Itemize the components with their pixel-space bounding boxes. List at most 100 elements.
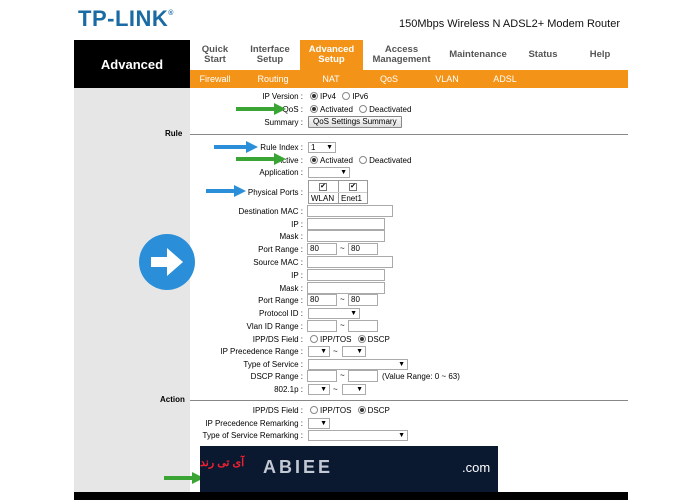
- top-tabs: Quick Start Interface Setup Advanced Setup …: [190, 40, 628, 70]
- subtab-routing[interactable]: Routing: [248, 70, 298, 88]
- destination-mac-label: Destination MAC :: [238, 207, 303, 216]
- dot1p-to-select[interactable]: ▼: [342, 384, 366, 395]
- action-ipp-ds-field-label: IPP/DS Field :: [252, 406, 303, 415]
- physical-ports-box: ✔ ✔ WLAN Enet1: [308, 180, 368, 204]
- tab-help[interactable]: Help: [572, 40, 628, 70]
- source-mac-label: Source MAC :: [253, 258, 303, 267]
- dot1p-from-select[interactable]: ▼: [308, 384, 330, 395]
- subtab-nat[interactable]: NAT: [306, 70, 356, 88]
- tab-quick-start[interactable]: Quick Start: [190, 40, 240, 70]
- vlan-id-range-label: Vlan ID Range :: [246, 322, 303, 331]
- active-radios: Activated Deactivated: [310, 155, 411, 167]
- chevron-down-icon: ▼: [320, 348, 327, 355]
- tab-access-management[interactable]: Access Management: [363, 40, 440, 70]
- action-section-title: Action: [160, 395, 185, 404]
- ipv6-radio[interactable]: [342, 92, 351, 100]
- vlan-from-input[interactable]: [307, 320, 337, 332]
- chevron-down-icon: ▼: [326, 144, 333, 151]
- enet1-checkbox[interactable]: ✔: [349, 183, 357, 191]
- type-of-service-select[interactable]: ▼: [308, 359, 408, 370]
- dest-mask-input[interactable]: [307, 230, 385, 242]
- qos-deactivated-radio[interactable]: [359, 105, 368, 113]
- dest-port-from-input[interactable]: 80: [307, 243, 337, 255]
- src-ip-label: IP :: [291, 271, 303, 280]
- footer-bar: [74, 492, 628, 500]
- src-port-from-input[interactable]: 80: [307, 294, 337, 306]
- rule-index-value: 1: [311, 143, 316, 152]
- rule-index-select[interactable]: 1 ▼: [308, 142, 336, 153]
- qos-deactivated-label: Deactivated: [369, 105, 412, 114]
- protocol-id-label: Protocol ID :: [258, 309, 303, 318]
- tos-remarking-label: Type of Service Remarking :: [202, 431, 303, 440]
- tab-interface-setup[interactable]: Interface Setup: [240, 40, 300, 70]
- rule-activated-radio[interactable]: [310, 156, 318, 164]
- dest-mask-label: Mask :: [279, 232, 303, 241]
- dest-port-tilde: ~: [340, 244, 345, 253]
- dscp-tilde: ~: [340, 371, 345, 380]
- green-arrow-icon: [236, 103, 286, 115]
- ipv4-label: IPv4: [320, 92, 337, 101]
- dscp-to-input[interactable]: [348, 370, 378, 382]
- source-mac-input[interactable]: [307, 256, 393, 268]
- tos-remark-select[interactable]: ▼: [308, 430, 408, 441]
- summary-label: Summary :: [264, 118, 303, 127]
- action-dscp-radio[interactable]: [357, 406, 366, 414]
- tp-link-logo: TP-LINK®: [78, 6, 174, 31]
- rule-section-title: Rule: [165, 129, 183, 138]
- dest-ip-input[interactable]: [307, 218, 385, 230]
- destination-mac-input[interactable]: [307, 205, 393, 217]
- chevron-down-icon: ▼: [320, 420, 327, 427]
- green-arrow-icon: [164, 472, 204, 484]
- main-nav: Advanced Quick Start Interface Setup Advan…: [74, 40, 628, 88]
- rule-divider: [190, 134, 628, 135]
- dest-port-to-input[interactable]: 80: [348, 243, 378, 255]
- tab-status[interactable]: Status: [514, 40, 572, 70]
- action-ipp-ds-radios: IPP/TOS DSCP: [310, 405, 390, 417]
- action-divider: [190, 400, 628, 401]
- dscp-radio[interactable]: [357, 335, 366, 343]
- rule-deactivated-radio[interactable]: [359, 156, 368, 164]
- qos-activated-radio[interactable]: [310, 105, 318, 113]
- tab-advanced-setup[interactable]: Advanced Setup: [300, 40, 363, 70]
- subtab-qos[interactable]: QoS: [364, 70, 414, 88]
- src-port-range-label: Port Range :: [258, 296, 303, 305]
- subtab-vlan[interactable]: VLAN: [422, 70, 472, 88]
- ipv6-label: IPv6: [352, 92, 369, 101]
- src-mask-input[interactable]: [307, 282, 385, 294]
- src-ip-input[interactable]: [307, 269, 385, 281]
- protocol-id-select[interactable]: ▼: [308, 308, 360, 319]
- qos-activated-label: Activated: [320, 105, 353, 114]
- ipv4-radio[interactable]: [310, 92, 318, 100]
- section-title: Advanced: [74, 40, 190, 88]
- enet1-label: Enet1: [341, 194, 362, 203]
- qos-radios: Activated Deactivated: [310, 104, 411, 116]
- ip-prec-remark-select[interactable]: ▼: [308, 418, 330, 429]
- watermark-banner: [200, 446, 498, 492]
- subtab-firewall[interactable]: Firewall: [190, 70, 240, 88]
- application-select[interactable]: ▼: [308, 167, 350, 178]
- green-arrow-icon: [236, 153, 286, 165]
- action-ipp-tos-radio[interactable]: [310, 406, 318, 414]
- wlan-label: WLAN: [311, 194, 335, 203]
- wlan-checkbox[interactable]: ✔: [319, 183, 327, 191]
- logo-text: TP-LINK: [78, 6, 169, 31]
- dscp-from-input[interactable]: [307, 370, 337, 382]
- ip-prec-to-select[interactable]: ▼: [342, 346, 366, 357]
- chevron-down-icon: ▼: [350, 310, 357, 317]
- qos-settings-summary-button[interactable]: QoS Settings Summary: [308, 116, 402, 128]
- vlan-to-input[interactable]: [348, 320, 378, 332]
- tab-maintenance[interactable]: Maintenance: [442, 40, 514, 70]
- chevron-down-icon: ▼: [356, 386, 363, 393]
- next-circle-arrow-icon: [138, 233, 196, 291]
- dest-port-range-label: Port Range :: [258, 245, 303, 254]
- action-dscp-label: DSCP: [367, 406, 390, 415]
- ip-prec-from-select[interactable]: ▼: [308, 346, 330, 357]
- ipp-tos-radio[interactable]: [310, 335, 318, 343]
- vlan-tilde: ~: [340, 321, 345, 330]
- dscp-range-label: DSCP Range :: [250, 372, 303, 381]
- action-ipp-tos-label: IPP/TOS: [320, 406, 352, 415]
- src-port-to-input[interactable]: 80: [348, 294, 378, 306]
- chevron-down-icon: ▼: [340, 169, 347, 176]
- ipp-ds-radios: IPP/TOS DSCP: [310, 334, 390, 346]
- subtab-adsl[interactable]: ADSL: [480, 70, 530, 88]
